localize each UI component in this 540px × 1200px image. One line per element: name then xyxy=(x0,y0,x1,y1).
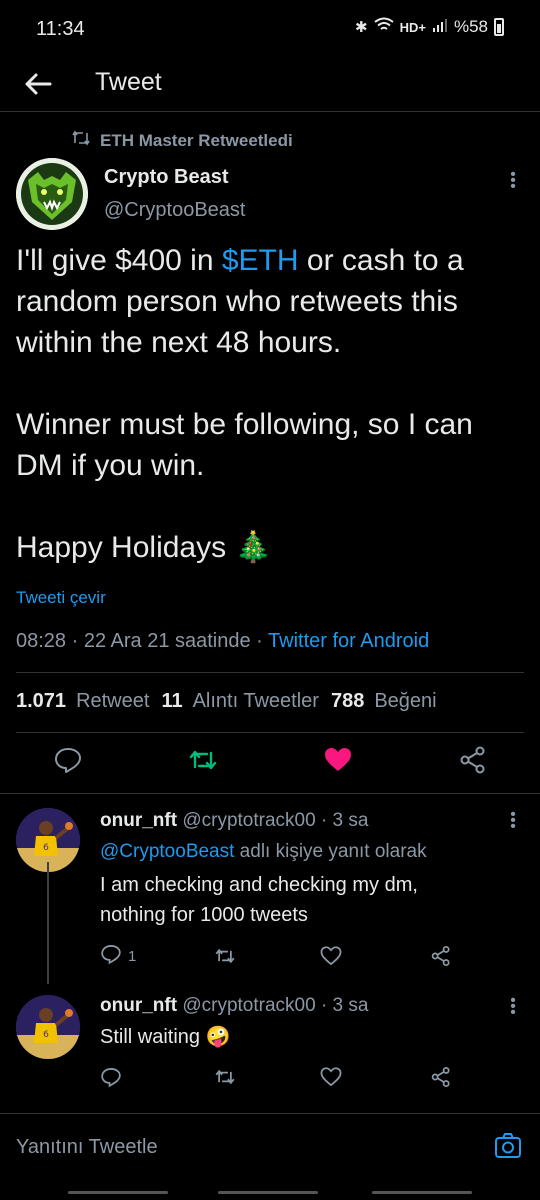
battery-icon xyxy=(494,18,504,36)
retweets-label: Retweet xyxy=(76,690,150,712)
nav-home[interactable] xyxy=(218,1191,318,1194)
wifi-icon xyxy=(373,17,394,37)
reply-text-line: I am checking and checking my dm, xyxy=(100,874,418,896)
quotes-count: 11 xyxy=(161,690,183,712)
more-icon[interactable]: • • • xyxy=(503,167,523,196)
tweet-text-part: I'll give $400 in xyxy=(16,244,222,277)
tweet-action-bar xyxy=(0,745,540,781)
navigation-bar xyxy=(0,1183,540,1200)
page-title: Tweet xyxy=(95,68,162,96)
top-app-bar: Tweet xyxy=(0,56,540,112)
reply-time: · 3 sa xyxy=(320,810,369,831)
likes-label: Beğeni xyxy=(374,690,437,712)
svg-text:6: 6 xyxy=(43,843,49,853)
avatar[interactable] xyxy=(16,158,88,230)
likes-stat[interactable]: 788 Beğeni xyxy=(331,690,437,713)
heart-icon[interactable] xyxy=(320,944,342,968)
reply-text-line: Still waiting 🤪 xyxy=(100,1026,231,1048)
bluetooth-icon: ✱ xyxy=(355,19,368,36)
reply-time: · 3 sa xyxy=(320,995,369,1016)
reply-icon xyxy=(100,943,122,969)
tweet-metadata: 08:28 · 22 Ara 21 saatinde · Twitter for… xyxy=(16,630,429,653)
retweet-icon[interactable] xyxy=(214,1065,236,1089)
reply-header: onur_nft @cryptotrack00 · 3 sa xyxy=(100,810,368,832)
quotes-label: Alıntı Tweetler xyxy=(192,690,319,712)
replying-to: @CryptooBeast adlı kişiye yanıt olarak xyxy=(100,841,427,863)
reply-text-line: nothing for 1000 tweets xyxy=(100,904,308,926)
reply-header: onur_nft @cryptotrack00 · 3 sa xyxy=(100,995,368,1017)
replying-to-suffix: adlı kişiye yanıt olarak xyxy=(234,841,427,862)
status-time: 11:34 xyxy=(36,18,85,40)
reply-action-bar xyxy=(100,1065,460,1093)
tweet-paragraph: Winner must be following, so I can DM if… xyxy=(16,408,473,482)
reply-icon[interactable] xyxy=(100,1065,122,1089)
heart-icon[interactable] xyxy=(323,745,353,775)
divider xyxy=(16,672,524,673)
reply-author-handle[interactable]: @cryptotrack00 xyxy=(182,995,315,1016)
share-icon[interactable] xyxy=(430,944,452,968)
nav-recents[interactable] xyxy=(68,1191,168,1194)
reply-count: 1 xyxy=(128,947,137,965)
translate-link[interactable]: Tweeti çevir xyxy=(16,588,106,608)
thread-connector xyxy=(47,862,49,984)
nav-back[interactable] xyxy=(372,1191,472,1194)
status-bar: 11:34 ✱ HD+ %58 xyxy=(0,0,540,56)
share-icon[interactable] xyxy=(458,745,488,775)
retweets-count: 1.071 xyxy=(16,690,67,712)
divider xyxy=(16,732,524,733)
mention-link[interactable]: @CryptooBeast xyxy=(100,841,234,862)
retweet-icon[interactable] xyxy=(214,944,236,968)
compose-placeholder[interactable]: Yanıtını Tweetle xyxy=(16,1136,158,1159)
retweet-icon[interactable] xyxy=(188,745,218,775)
battery-level: %58 xyxy=(453,17,488,36)
tweet-stats: 1.071 Retweet 11 Alıntı Tweetler 788 Beğeni xyxy=(16,690,437,713)
tweet-paragraph: Happy Holidays 🎄 xyxy=(16,531,272,564)
reply-text: I am checking and checking my dm, nothin… xyxy=(100,870,418,930)
signal-icon xyxy=(432,17,448,37)
avatar[interactable]: 6 xyxy=(16,995,80,1059)
retweet-icon xyxy=(72,130,90,151)
likes-count: 788 xyxy=(330,690,365,712)
camera-icon[interactable] xyxy=(494,1132,522,1160)
back-arrow-icon[interactable] xyxy=(20,64,60,104)
reply-button[interactable]: 1 xyxy=(100,944,136,968)
retweet-context[interactable]: ETH Master Retweetledi xyxy=(72,130,293,151)
reply-compose-bar[interactable]: Yanıtını Tweetle xyxy=(0,1113,540,1183)
author-handle[interactable]: @CryptooBeast xyxy=(104,199,245,222)
timestamp: 08:28 · 22 Ara 21 saatinde · xyxy=(16,630,269,652)
status-icons: ✱ HD+ %58 xyxy=(355,17,504,37)
source-link[interactable]: Twitter for Android xyxy=(268,630,429,652)
reply-author-handle[interactable]: @cryptotrack00 xyxy=(182,810,315,831)
divider xyxy=(0,793,540,794)
share-icon[interactable] xyxy=(430,1065,452,1089)
reply-action-bar: 1 xyxy=(100,944,460,972)
network-type: HD+ xyxy=(399,19,426,35)
more-icon[interactable]: • • • xyxy=(503,993,523,1022)
more-icon[interactable]: • • • xyxy=(503,807,523,836)
reply-icon[interactable] xyxy=(53,745,83,775)
reply-author-name[interactable]: onur_nft xyxy=(100,810,177,831)
retweets-stat[interactable]: 1.071 Retweet xyxy=(16,690,149,713)
retweet-context-label: ETH Master Retweetledi xyxy=(100,130,293,150)
quotes-stat[interactable]: 11 Alıntı Tweetler xyxy=(161,690,319,713)
reply-author-name[interactable]: onur_nft xyxy=(100,995,177,1016)
cashtag-link[interactable]: $ETH xyxy=(222,244,299,277)
heart-icon[interactable] xyxy=(320,1065,342,1089)
reply-text: Still waiting 🤪 xyxy=(100,1022,231,1052)
svg-text:6: 6 xyxy=(43,1030,49,1040)
tweet-text: I'll give $400 in $ETH or cash to a rand… xyxy=(16,240,526,568)
author-name[interactable]: Crypto Beast xyxy=(104,166,228,189)
